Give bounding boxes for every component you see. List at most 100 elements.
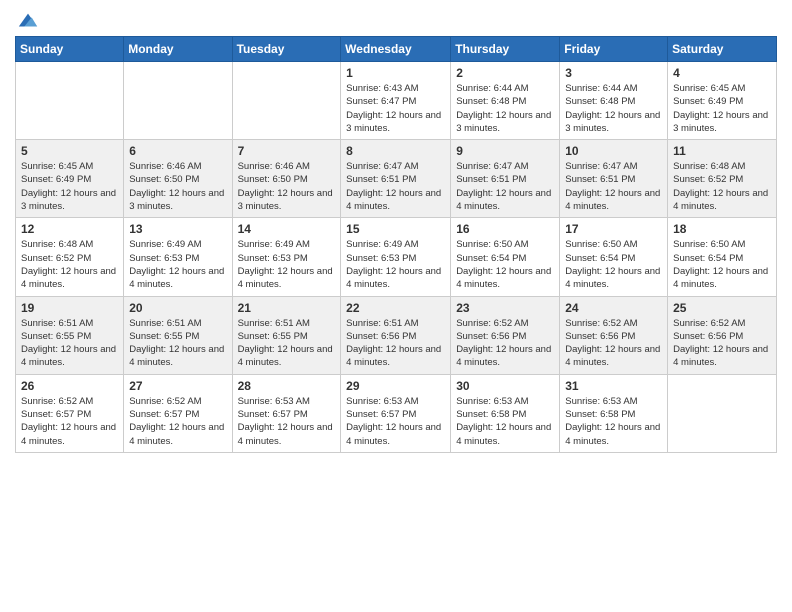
day-number: 2 [456,66,554,80]
day-cell [232,62,341,140]
day-info: Sunrise: 6:49 AM Sunset: 6:53 PM Dayligh… [238,238,336,291]
day-number: 7 [238,144,336,158]
day-cell: 1 Sunrise: 6:43 AM Sunset: 6:47 PM Daylig… [341,62,451,140]
day-number: 26 [21,379,118,393]
day-info: Sunrise: 6:46 AM Sunset: 6:50 PM Dayligh… [129,160,226,213]
day-number: 3 [565,66,662,80]
day-cell: 22Sunrise: 6:51 AM Sunset: 6:56 PM Dayli… [341,296,451,374]
day-number: 21 [238,301,336,315]
day-cell: 30 Sunrise: 6:53 AM Sunset: 6:58 PM Dayli… [451,374,560,452]
day-info: Sunrise: 6:53 AM Sunset: 6:58 PM Dayligh… [565,395,662,448]
day-cell: 21 Sunrise: 6:51 AM Sunset: 6:55 PM Dayli… [232,296,341,374]
day-cell: 5 Sunrise: 6:45 AM Sunset: 6:49 PM Daylig… [16,140,124,218]
day-cell: 13 Sunrise: 6:49 AM Sunset: 6:53 PM Dayli… [124,218,232,296]
day-cell: 2 Sunrise: 6:44 AM Sunset: 6:48 PM Daylig… [451,62,560,140]
day-number: 24 [565,301,662,315]
day-info: Sunrise: 6:48 AM Sunset: 6:52 PM Dayligh… [673,160,771,213]
day-number: 28 [238,379,336,393]
day-number: 1 [346,66,445,80]
day-number: 14 [238,222,336,236]
day-number: 13 [129,222,226,236]
day-number: 8 [346,144,445,158]
day-info: Sunrise: 6:52 AM Sunset: 6:56 PM Dayligh… [456,317,554,370]
day-cell: 31 Sunrise: 6:53 AM Sunset: 6:58 PM Dayli… [560,374,668,452]
week-row-5: 26 Sunrise: 6:52 AM Sunset: 6:57 PM Dayli… [16,374,777,452]
day-number: 5 [21,144,118,158]
day-cell: 9 Sunrise: 6:47 AM Sunset: 6:51 PM Daylig… [451,140,560,218]
day-info: Sunrise: 6:49 AM Sunset: 6:53 PM Dayligh… [346,238,445,291]
day-info: Sunrise: 6:51 AM Sunset: 6:55 PM Dayligh… [129,317,226,370]
day-cell [124,62,232,140]
day-info: Sunrise: 6:49 AM Sunset: 6:53 PM Dayligh… [129,238,226,291]
day-cell: 10 Sunrise: 6:47 AM Sunset: 6:51 PM Dayli… [560,140,668,218]
day-number: 18 [673,222,771,236]
day-cell [16,62,124,140]
day-info: Sunrise: 6:52 AM Sunset: 6:56 PM Dayligh… [565,317,662,370]
day-cell: 6 Sunrise: 6:46 AM Sunset: 6:50 PM Daylig… [124,140,232,218]
day-info: Sunrise: 6:47 AM Sunset: 6:51 PM Dayligh… [346,160,445,213]
col-wednesday: Wednesday [341,37,451,62]
header-row: Sunday Monday Tuesday Wednesday Thursday… [16,37,777,62]
day-cell: 16Sunrise: 6:50 AM Sunset: 6:54 PM Dayli… [451,218,560,296]
day-number: 15 [346,222,445,236]
page: Sunday Monday Tuesday Wednesday Thursday… [0,0,792,612]
day-cell: 29 Sunrise: 6:53 AM Sunset: 6:57 PM Dayli… [341,374,451,452]
day-number: 6 [129,144,226,158]
header [15,10,777,28]
day-info: Sunrise: 6:46 AM Sunset: 6:50 PM Dayligh… [238,160,336,213]
col-sunday: Sunday [16,37,124,62]
day-cell [668,374,777,452]
day-cell: 26Sunrise: 6:52 AM Sunset: 6:57 PM Dayli… [16,374,124,452]
day-number: 30 [456,379,554,393]
day-cell: 15 Sunrise: 6:49 AM Sunset: 6:53 PM Dayli… [341,218,451,296]
day-info: Sunrise: 6:51 AM Sunset: 6:55 PM Dayligh… [238,317,336,370]
day-info: Sunrise: 6:47 AM Sunset: 6:51 PM Dayligh… [456,160,554,213]
day-cell: 18 Sunrise: 6:50 AM Sunset: 6:54 PM Dayli… [668,218,777,296]
col-friday: Friday [560,37,668,62]
day-number: 9 [456,144,554,158]
day-info: Sunrise: 6:48 AM Sunset: 6:52 PM Dayligh… [21,238,118,291]
day-info: Sunrise: 6:44 AM Sunset: 6:48 PM Dayligh… [565,82,662,135]
day-number: 19 [21,301,118,315]
day-cell: 23 Sunrise: 6:52 AM Sunset: 6:56 PM Dayli… [451,296,560,374]
day-info: Sunrise: 6:45 AM Sunset: 6:49 PM Dayligh… [21,160,118,213]
day-cell: 25 Sunrise: 6:52 AM Sunset: 6:56 PM Dayli… [668,296,777,374]
day-info: Sunrise: 6:52 AM Sunset: 6:56 PM Dayligh… [673,317,771,370]
day-info: Sunrise: 6:50 AM Sunset: 6:54 PM Dayligh… [673,238,771,291]
day-info: Sunrise: 6:51 AM Sunset: 6:55 PM Dayligh… [21,317,118,370]
week-row-3: 12 Sunrise: 6:48 AM Sunset: 6:52 PM Dayli… [16,218,777,296]
week-row-1: 1 Sunrise: 6:43 AM Sunset: 6:47 PM Daylig… [16,62,777,140]
day-cell: 3 Sunrise: 6:44 AM Sunset: 6:48 PM Daylig… [560,62,668,140]
day-number: 25 [673,301,771,315]
day-cell: 17 Sunrise: 6:50 AM Sunset: 6:54 PM Dayli… [560,218,668,296]
calendar-table: Sunday Monday Tuesday Wednesday Thursday… [15,36,777,453]
day-info: Sunrise: 6:44 AM Sunset: 6:48 PM Dayligh… [456,82,554,135]
day-number: 29 [346,379,445,393]
day-cell: 24 Sunrise: 6:52 AM Sunset: 6:56 PM Dayli… [560,296,668,374]
day-cell: 14 Sunrise: 6:49 AM Sunset: 6:53 PM Dayli… [232,218,341,296]
col-saturday: Saturday [668,37,777,62]
logo [15,10,39,28]
day-number: 17 [565,222,662,236]
day-info: Sunrise: 6:50 AM Sunset: 6:54 PM Dayligh… [565,238,662,291]
col-thursday: Thursday [451,37,560,62]
day-cell: 7 Sunrise: 6:46 AM Sunset: 6:50 PM Daylig… [232,140,341,218]
day-cell: 12 Sunrise: 6:48 AM Sunset: 6:52 PM Dayli… [16,218,124,296]
day-number: 27 [129,379,226,393]
col-tuesday: Tuesday [232,37,341,62]
day-info: Sunrise: 6:53 AM Sunset: 6:57 PM Dayligh… [346,395,445,448]
day-cell: 28Sunrise: 6:53 AM Sunset: 6:57 PM Dayli… [232,374,341,452]
day-info: Sunrise: 6:47 AM Sunset: 6:51 PM Dayligh… [565,160,662,213]
day-number: 12 [21,222,118,236]
day-number: 31 [565,379,662,393]
day-info: Sunrise: 6:43 AM Sunset: 6:47 PM Dayligh… [346,82,445,135]
day-number: 10 [565,144,662,158]
day-info: Sunrise: 6:53 AM Sunset: 6:58 PM Dayligh… [456,395,554,448]
day-number: 16 [456,222,554,236]
day-number: 23 [456,301,554,315]
day-info: Sunrise: 6:52 AM Sunset: 6:57 PM Dayligh… [129,395,226,448]
day-cell: 19 Sunrise: 6:51 AM Sunset: 6:55 PM Dayli… [16,296,124,374]
week-row-2: 5 Sunrise: 6:45 AM Sunset: 6:49 PM Daylig… [16,140,777,218]
day-number: 4 [673,66,771,80]
week-row-4: 19 Sunrise: 6:51 AM Sunset: 6:55 PM Dayli… [16,296,777,374]
